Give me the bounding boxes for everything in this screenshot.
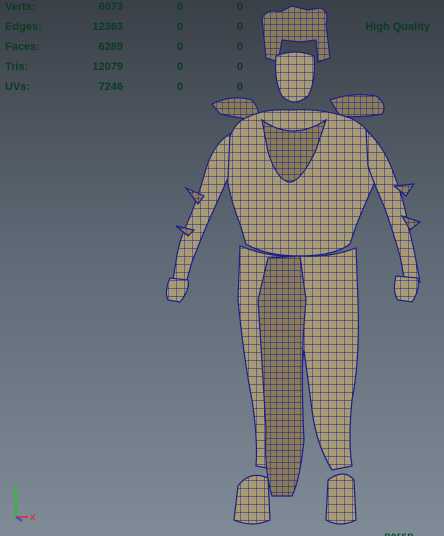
camera-label: persp	[384, 531, 414, 536]
arm-right	[365, 128, 421, 289]
hud-value: 0	[236, 81, 243, 93]
hud-value: 12079	[92, 61, 123, 73]
hud-value: 7246	[98, 81, 123, 93]
poly-count-hud: Verts: 6073 0 0 Edges: 12363 0 0 Faces: …	[5, 0, 255, 100]
hud-value: 0	[176, 81, 183, 93]
quality-label: High Quality	[365, 21, 430, 33]
hud-value: 12363	[92, 21, 123, 33]
hud-value: 0	[236, 41, 243, 53]
hud-value: 0	[176, 61, 183, 73]
hud-value: 0	[176, 41, 183, 53]
hud-value: 0	[236, 61, 243, 73]
hud-row-uvs: UVs: 7246 0 0	[5, 80, 255, 100]
hud-row-tris: Tris: 12079 0 0	[5, 60, 255, 80]
hand-left	[165, 277, 189, 303]
hud-label: Faces:	[5, 41, 40, 53]
axis-gizmo: y x	[13, 483, 36, 523]
3d-viewport[interactable]: Verts: 6073 0 0 Edges: 12363 0 0 Faces: …	[0, 0, 444, 536]
hud-label: Edges:	[5, 21, 42, 33]
hud-label: UVs:	[5, 81, 31, 93]
axis-y-label: y	[13, 483, 19, 494]
hud-value: 0	[236, 1, 243, 13]
hud-row-edges: Edges: 12363 0 0	[5, 20, 255, 40]
foot-left	[233, 474, 271, 525]
hud-row-verts: Verts: 6073 0 0	[5, 0, 255, 20]
hud-value: 0	[236, 21, 243, 33]
head	[275, 51, 315, 103]
hud-label: Tris:	[5, 61, 29, 73]
hud-value: 6289	[98, 41, 123, 53]
hud-row-faces: Faces: 6289 0 0	[5, 40, 255, 60]
foot-right	[325, 473, 357, 525]
hud-value: 6073	[98, 1, 123, 13]
arm-left	[171, 132, 231, 291]
hand-right	[393, 275, 419, 303]
hud-value: 0	[176, 21, 183, 33]
hud-value: 0	[176, 1, 183, 13]
axis-x-label: x	[30, 512, 36, 523]
hud-label: Verts:	[5, 1, 36, 13]
shoulder-ornament-right	[329, 94, 385, 118]
